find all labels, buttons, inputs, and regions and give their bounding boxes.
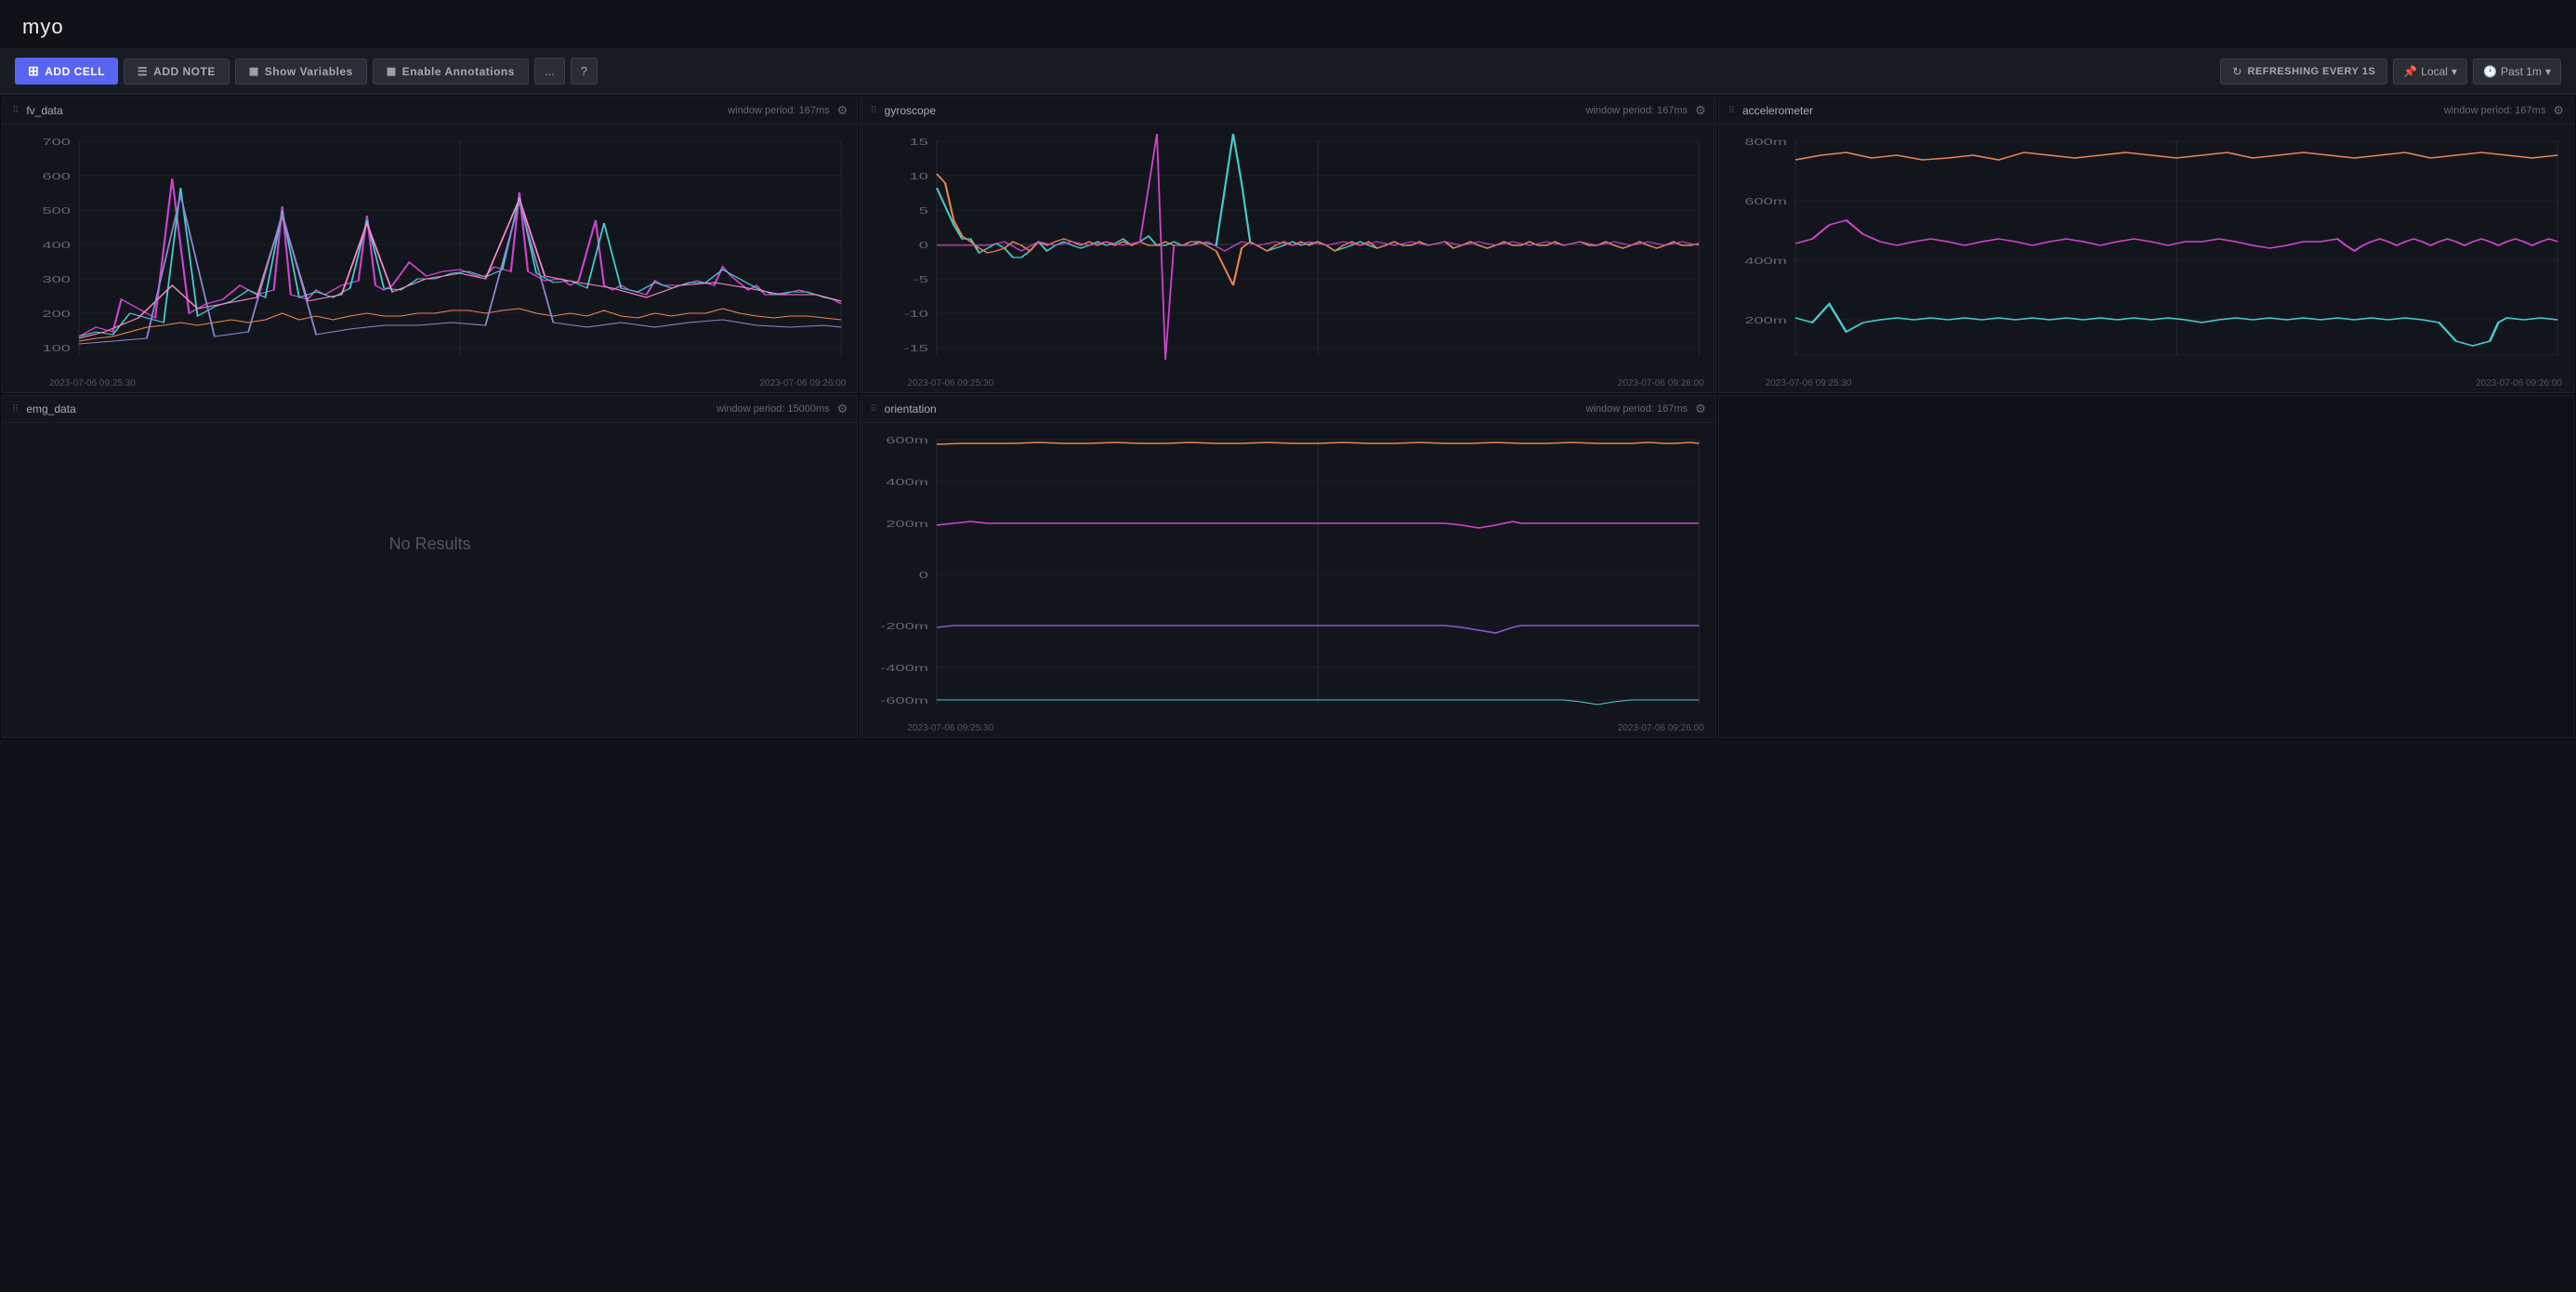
no-results-emg: No Results: [3, 423, 857, 665]
svg-text:300: 300: [43, 275, 71, 285]
cell-header-fv: ⠿ fv_data window period: 167ms ⚙: [3, 98, 857, 125]
svg-text:-5: -5: [913, 275, 928, 285]
svg-text:10: 10: [910, 172, 928, 182]
svg-text:-600m: -600m: [881, 696, 929, 706]
x-labels-gyro: 2023-07-06 09:25:30 2023-07-06 09:26:00: [861, 376, 1707, 389]
cell-title-emg: emg_data: [26, 402, 75, 415]
add-note-icon: ☰: [138, 65, 148, 78]
svg-text:200m: 200m: [887, 520, 929, 530]
cell-settings-accel[interactable]: ⚙: [2553, 103, 2564, 118]
svg-text:400m: 400m: [887, 478, 929, 488]
cell-title-fv: fv_data: [26, 104, 62, 117]
chart-svg-accel: 800m 600m 400m 200m: [1719, 132, 2566, 374]
cell-title-accel: accelerometer: [1742, 104, 1813, 117]
svg-text:600m: 600m: [1744, 197, 1787, 207]
enable-annotations-button[interactable]: ▦ Enable Annotations: [373, 59, 529, 85]
svg-text:700: 700: [43, 138, 71, 148]
cell-empty-3: [1718, 395, 2574, 738]
cell-title-gyro: gyroscope: [885, 104, 936, 117]
svg-text:-400m: -400m: [881, 664, 929, 674]
svg-text:100: 100: [43, 344, 71, 354]
drag-handle-accel[interactable]: ⠿: [1728, 106, 1735, 116]
chevron-down-icon-2: ▾: [2545, 65, 2551, 78]
svg-text:400: 400: [43, 241, 71, 251]
svg-text:0: 0: [919, 571, 928, 581]
svg-text:400m: 400m: [1744, 257, 1787, 267]
app-title: myo: [22, 15, 64, 38]
cell-header-accel: ⠿ accelerometer window period: 167ms ⚙: [1719, 98, 2573, 125]
refresh-button[interactable]: ↻ REFRESHING EVERY 1S: [2220, 59, 2387, 85]
annotations-icon: ▦: [387, 65, 397, 77]
cell-settings-emg[interactable]: ⚙: [837, 402, 848, 416]
chart-svg-fv: 700 600 500 400 300 200 100: [3, 132, 849, 374]
cell-period-fv: window period: 167ms: [728, 105, 829, 116]
svg-text:200m: 200m: [1744, 316, 1787, 326]
cell-gyroscope: ⠿ gyroscope window period: 167ms ⚙: [860, 97, 1715, 393]
chart-gyro: 15 10 5 0 -5 -10 -15 2023-07-06 09:25:30…: [861, 125, 1715, 392]
help-button[interactable]: ?: [571, 58, 598, 85]
app-header: myo: [0, 0, 2576, 48]
drag-handle-emg[interactable]: ⠿: [12, 404, 19, 415]
clock-icon: 🕐: [2483, 65, 2497, 78]
drag-handle-gyro[interactable]: ⠿: [870, 106, 876, 116]
show-variables-button[interactable]: ▦ Show Variables: [235, 59, 367, 85]
svg-text:800m: 800m: [1744, 138, 1787, 148]
add-note-button[interactable]: ☰ ADD NOTE: [124, 59, 230, 85]
cell-period-gyro: window period: 167ms: [1586, 105, 1688, 116]
cell-accelerometer: ⠿ accelerometer window period: 167ms ⚙ 8…: [1718, 97, 2574, 393]
svg-text:15: 15: [910, 138, 928, 148]
chart-svg-orient: 600m 400m 200m 0 -200m -400m -600m: [861, 430, 1707, 719]
svg-text:-10: -10: [904, 310, 928, 320]
cell-settings-gyro[interactable]: ⚙: [1695, 103, 1706, 118]
drag-handle-orient[interactable]: ⠿: [870, 404, 876, 415]
chart-orient: 600m 400m 200m 0 -200m -400m -600m 2023-…: [861, 423, 1715, 737]
cell-title-orient: orientation: [885, 402, 937, 415]
toolbar: ⊞ ADD CELL ☰ ADD NOTE ▦ Show Variables ▦…: [0, 48, 2576, 95]
svg-text:-200m: -200m: [881, 622, 929, 632]
cell-orientation: ⠿ orientation window period: 167ms ⚙: [860, 395, 1715, 738]
cell-period-orient: window period: 167ms: [1586, 403, 1688, 415]
svg-text:-15: -15: [904, 344, 928, 354]
chart-svg-gyro: 15 10 5 0 -5 -10 -15: [861, 132, 1707, 374]
cell-header-emg: ⠿ emg_data window period: 15000ms ⚙: [3, 396, 857, 423]
chevron-down-icon: ▾: [2451, 65, 2457, 78]
local-dropdown[interactable]: 📌 Local ▾: [2393, 59, 2467, 85]
toolbar-right: ↻ REFRESHING EVERY 1S 📌 Local ▾ 🕐 Past 1…: [2220, 59, 2561, 85]
cell-header-orient: ⠿ orientation window period: 167ms ⚙: [861, 396, 1715, 423]
pin-icon: 📌: [2403, 65, 2417, 78]
cell-fv-data: ⠿ fv_data window period: 167ms ⚙: [2, 97, 858, 393]
chart-accel: 800m 600m 400m 200m 2023-07-06 09:25:30 …: [1719, 125, 2573, 392]
add-cell-icon: ⊞: [28, 63, 39, 79]
cell-header-gyro: ⠿ gyroscope window period: 167ms ⚙: [861, 98, 1715, 125]
svg-text:200: 200: [43, 310, 71, 320]
svg-text:600: 600: [43, 172, 71, 182]
refresh-icon: ↻: [2232, 65, 2241, 78]
svg-text:0: 0: [919, 241, 928, 251]
cell-period-emg: window period: 15000ms: [716, 403, 830, 415]
svg-text:500: 500: [43, 206, 71, 217]
svg-text:600m: 600m: [887, 436, 929, 446]
x-labels-orient: 2023-07-06 09:25:30 2023-07-06 09:26:00: [861, 721, 1707, 733]
add-cell-button[interactable]: ⊞ ADD CELL: [15, 58, 118, 85]
variables-icon: ▦: [249, 65, 259, 77]
svg-text:5: 5: [919, 206, 928, 217]
drag-handle-fv[interactable]: ⠿: [12, 106, 19, 116]
cell-emg-data: ⠿ emg_data window period: 15000ms ⚙ No R…: [2, 395, 858, 738]
time-range-dropdown[interactable]: 🕐 Past 1m ▾: [2473, 59, 2561, 85]
dashboard-grid: ⠿ fv_data window period: 167ms ⚙: [0, 95, 2576, 740]
cell-settings-orient[interactable]: ⚙: [1695, 402, 1706, 416]
x-labels-fv: 2023-07-06 09:25:30 2023-07-06 09:26:00: [3, 376, 849, 389]
more-button[interactable]: ...: [534, 58, 565, 85]
x-labels-accel: 2023-07-06 09:25:30 2023-07-06 09:26:00: [1719, 376, 2566, 389]
cell-period-accel: window period: 167ms: [2444, 105, 2545, 116]
cell-settings-fv[interactable]: ⚙: [837, 103, 848, 118]
chart-fv: 700 600 500 400 300 200 100 2023-07-06 0: [3, 125, 857, 392]
